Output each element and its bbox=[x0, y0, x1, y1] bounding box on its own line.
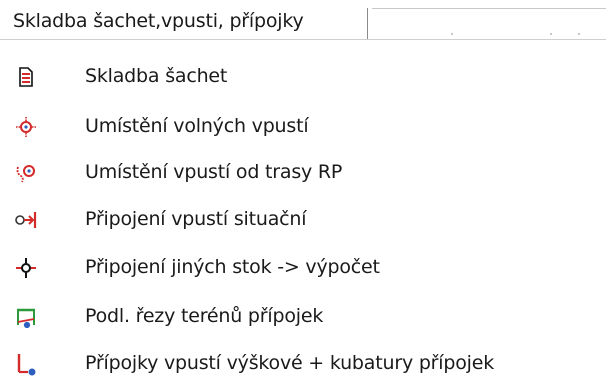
menu-item-label: Připojení jiných stok -> výpočet bbox=[85, 256, 380, 278]
menu-item-label: Umístění vpustí od trasy RP bbox=[85, 161, 343, 183]
inlet-connection-plan-icon bbox=[14, 208, 38, 232]
menu-item-label: Přípojky vpustí výškové + kubatury přípo… bbox=[85, 352, 495, 374]
menu-item-label: Podl. řezy terénů přípojek bbox=[85, 305, 324, 327]
header-input-field[interactable] bbox=[372, 8, 606, 39]
menu-item-label: Skladba šachet bbox=[85, 65, 228, 87]
field-artifact-dot bbox=[578, 33, 580, 35]
menu-item-label: Připojení vpustí situační bbox=[85, 208, 307, 230]
sewer-connection-icon bbox=[14, 256, 38, 280]
header-separator bbox=[367, 8, 368, 39]
menu-item-pripojky-vpusti-vyskove[interactable]: Přípojky vpustí výškové + kubatury přípo… bbox=[0, 341, 606, 385]
menu-item-label: Umístění volných vpustí bbox=[85, 115, 309, 137]
menu-header: Skladba šachet,vpusti, přípojky bbox=[0, 0, 606, 40]
menu-item-umisteni-vpusti-od-trasy[interactable]: Umístění vpustí od trasy RP bbox=[0, 150, 606, 194]
connection-volume-icon bbox=[14, 352, 38, 376]
menu-title: Skladba šachet,vpusti, přípojky bbox=[13, 10, 304, 32]
menu-item-skladba-sachet[interactable]: Skladba šachet bbox=[0, 54, 606, 98]
menu-item-podl-rezy-terenu[interactable]: Podl. řezy terénů přípojek bbox=[0, 294, 606, 338]
menu-list: Skladba šachet Umístění volných vpustí U… bbox=[0, 40, 606, 388]
menu-item-pripojeni-jinych-stok[interactable]: Připojení jiných stok -> výpočet bbox=[0, 245, 606, 289]
menu-item-pripojeni-vpusti-situacni[interactable]: Připojení vpustí situační bbox=[0, 197, 606, 241]
inlet-route-placement-icon bbox=[14, 161, 38, 185]
free-inlet-placement-icon bbox=[14, 115, 38, 139]
menu-item-umisteni-volnych-vpusti[interactable]: Umístění volných vpustí bbox=[0, 104, 606, 148]
terrain-profile-icon bbox=[14, 305, 38, 329]
field-artifact-dot bbox=[451, 33, 453, 35]
shaft-composition-icon bbox=[14, 65, 38, 89]
field-artifact-dot bbox=[550, 33, 552, 35]
